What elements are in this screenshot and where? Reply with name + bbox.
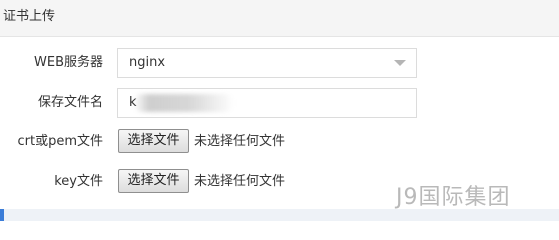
panel-header: 证书上传 xyxy=(0,0,559,37)
filename-label: 保存文件名 xyxy=(37,95,103,110)
chevron-down-icon xyxy=(394,60,406,66)
key-file-status: 未选择任何文件 xyxy=(194,174,286,189)
form-row-web-server: WEB服务器 nginx xyxy=(0,48,559,78)
key-file-label: key文件 xyxy=(54,174,103,189)
form-row-filename: 保存文件名 k xyxy=(0,88,559,118)
crt-file-choose-button[interactable]: 选择文件 xyxy=(118,129,189,153)
filename-input[interactable]: k xyxy=(117,88,417,118)
bottom-strip xyxy=(0,209,559,221)
crt-file-status: 未选择任何文件 xyxy=(194,134,286,149)
bottom-accent-bar xyxy=(0,209,4,221)
web-server-selected-value: nginx xyxy=(129,55,166,70)
redacted-blur xyxy=(134,94,234,112)
form-row-crt-file: crt或pem文件 选择文件 未选择任何文件 xyxy=(0,128,559,158)
crt-file-label: crt或pem文件 xyxy=(17,134,103,149)
web-server-select[interactable]: nginx xyxy=(117,48,417,78)
key-file-choose-button[interactable]: 选择文件 xyxy=(118,169,189,193)
web-server-label: WEB服务器 xyxy=(34,55,103,70)
panel-title: 证书上传 xyxy=(3,9,56,24)
